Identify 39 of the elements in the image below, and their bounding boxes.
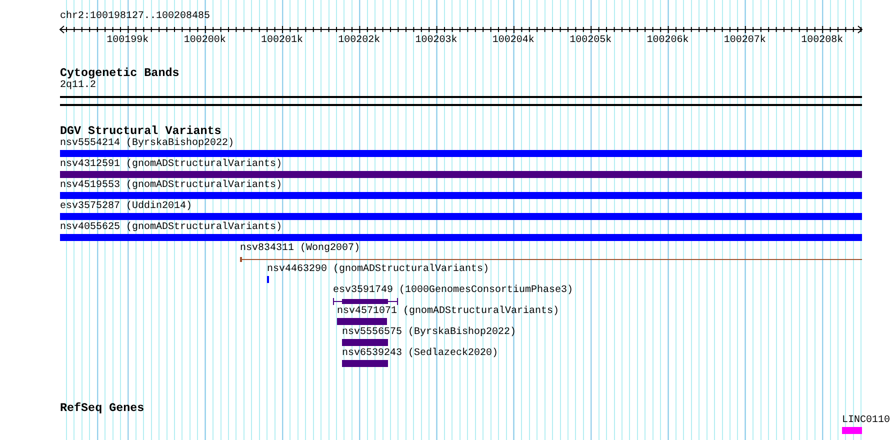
feature-label: nsv4519553 (gnomADStructuralVariants) — [60, 180, 282, 192]
feature-label: nsv4055625 (gnomADStructuralVariants) — [60, 222, 282, 234]
tick-label: 100204k — [492, 35, 534, 47]
feature-label: nsv5556575 (ByrskaBishop2022) — [342, 327, 516, 339]
feature-bar[interactable] — [60, 213, 862, 220]
feature-bar[interactable] — [342, 339, 388, 346]
tick-label: 100208k — [801, 35, 844, 47]
feature-label: 2q11.2 — [60, 80, 96, 92]
tick-label: 100202k — [338, 35, 380, 47]
feature-bar[interactable] — [60, 150, 862, 157]
feature-bar[interactable] — [342, 360, 388, 367]
track-title: RefSeq Genes — [60, 402, 146, 415]
tick-label: 100199k — [106, 35, 149, 47]
tick-label: 100207k — [724, 35, 766, 47]
feature-bar[interactable] — [60, 192, 862, 199]
feature-label: nsv6539243 (Sedlazeck2020) — [342, 348, 498, 360]
feature-label: esv3591749 (1000GenomesConsortiumPhase3) — [333, 285, 574, 297]
location-text: chr2:100198127..100208485 — [60, 11, 212, 23]
feature-line[interactable] — [240, 256, 862, 263]
tick-label: 100201k — [261, 35, 303, 47]
feature-bar[interactable] — [60, 234, 862, 241]
tick-label: 100203k — [415, 35, 458, 47]
feature-label: nsv4463290 (gnomADStructuralVariants) — [267, 264, 490, 276]
feature-label: esv3575287 (Uddin2014) — [60, 201, 192, 213]
feature-label: nsv834311 (Wong2007) — [240, 243, 360, 255]
feature-bar[interactable] — [842, 427, 862, 434]
tick-label: 100200k — [184, 35, 226, 47]
feature-label: nsv5554214 (ByrskaBishop2022) — [60, 138, 234, 150]
feature-bar[interactable] — [60, 171, 862, 178]
cytoband-bar[interactable] — [60, 96, 862, 106]
tick-label: 100205k — [570, 35, 612, 47]
feature-label: nsv4571071 (gnomADStructuralVariants) — [337, 306, 560, 318]
track-title: DGV Structural Variants — [60, 125, 222, 138]
feature-label: LINC0110 — [842, 415, 890, 427]
feature-glyph[interactable] — [333, 298, 398, 305]
feature-label: nsv4312591 (gnomADStructuralVariants) — [60, 159, 282, 171]
feature-bar[interactable] — [337, 318, 387, 325]
tick-label: 100206k — [646, 35, 689, 47]
track-title: Cytogenetic Bands — [60, 67, 180, 80]
